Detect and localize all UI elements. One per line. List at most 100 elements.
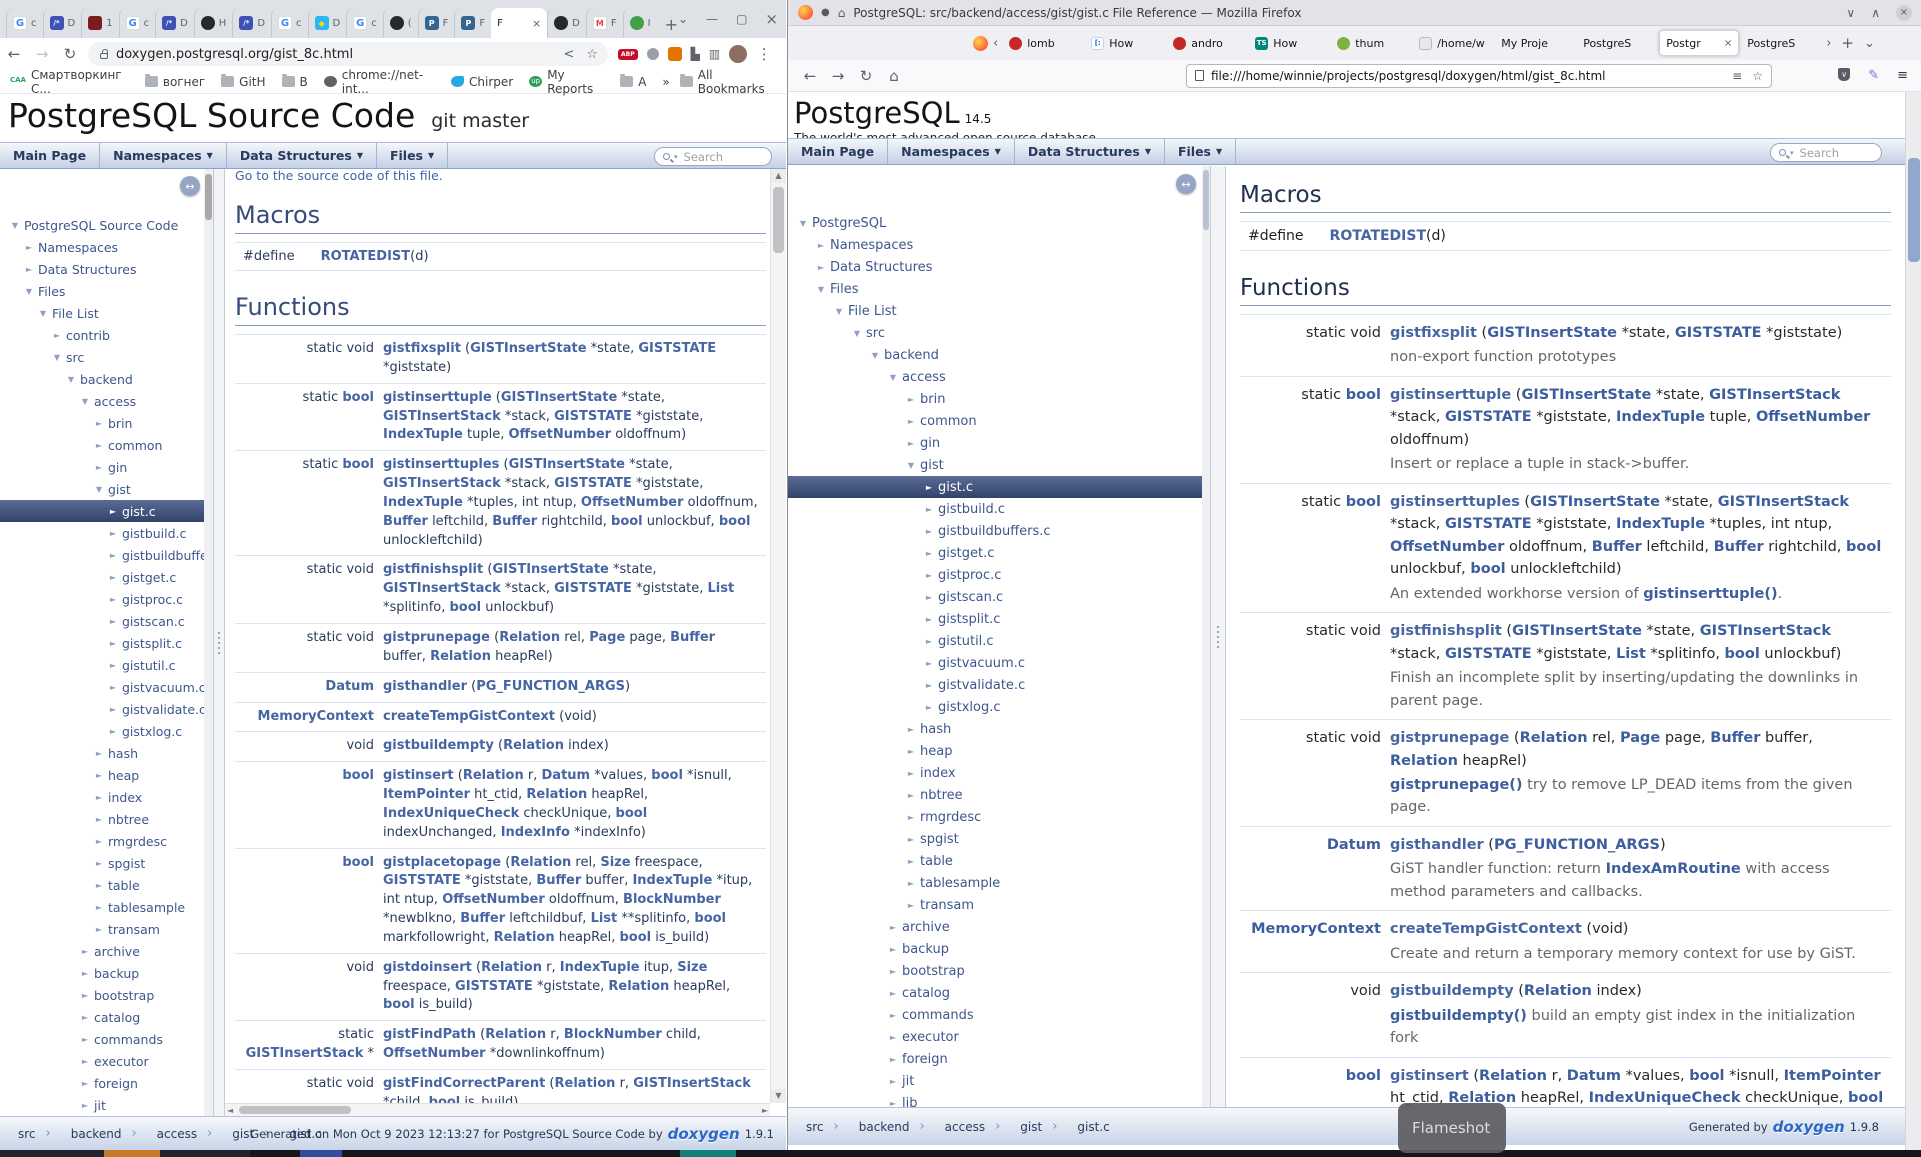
expand-arrow-icon[interactable]: ► [92, 419, 106, 428]
sidebar-splitter[interactable] [1210, 166, 1226, 1107]
taskbar-app-blue[interactable] [300, 1150, 342, 1157]
tree-item-gin[interactable]: ►gin [788, 432, 1202, 454]
bookmark-star-icon[interactable]: ☆ [586, 47, 598, 62]
browser-tab[interactable]: PostgreS [1741, 30, 1821, 56]
tree-item-index[interactable]: ►index [0, 786, 204, 808]
close-button[interactable]: × [765, 10, 778, 28]
expand-arrow-icon[interactable]: ► [904, 879, 918, 888]
tree-item-hash[interactable]: ►hash [0, 742, 204, 764]
expand-arrow-icon[interactable]: ► [78, 1101, 92, 1110]
expand-arrow-icon[interactable]: ► [922, 681, 936, 690]
tab-main-page[interactable]: Main Page [0, 143, 100, 168]
expand-arrow-icon[interactable]: ► [106, 727, 120, 736]
expand-arrow-icon[interactable]: ► [92, 793, 106, 802]
expand-arrow-icon[interactable]: ► [922, 593, 936, 602]
browser-tab[interactable]: /*D [155, 8, 194, 38]
tree-item-backup[interactable]: ►backup [0, 962, 204, 984]
expand-arrow-icon[interactable]: ► [106, 595, 120, 604]
tree-item-contrib[interactable]: ►contrib [0, 324, 204, 346]
browser-tab[interactable]: /*D [43, 8, 82, 38]
macro-link[interactable]: ROTATEDIST [1330, 228, 1426, 244]
tree-item-gist[interactable]: ▼gist [0, 478, 204, 500]
breadcrumb-backend[interactable]: backend› [847, 1119, 933, 1134]
tree-item-jit[interactable]: ►jit [0, 1094, 204, 1116]
expand-arrow-icon[interactable]: ► [922, 571, 936, 580]
tree-item-common[interactable]: ►common [0, 434, 204, 456]
browser-tab[interactable]: ( [383, 8, 418, 38]
function-link[interactable]: createTempGistContext [383, 709, 555, 724]
browser-tab[interactable]: H [194, 8, 233, 38]
browser-tab[interactable]: TSHow [1249, 30, 1329, 56]
tree-item-spgist[interactable]: ►spgist [788, 828, 1202, 850]
tree-item-spgist[interactable]: ►spgist [0, 852, 204, 874]
tree-item-gistvacuum.c[interactable]: ►gistvacuum.c [788, 652, 1202, 674]
browser-tab[interactable]: /home/w [1413, 30, 1493, 56]
tree-item-nbtree[interactable]: ►nbtree [0, 808, 204, 830]
browser-tab[interactable]: [:How [1085, 30, 1165, 56]
nav-sync-icon[interactable]: ↔ [1176, 174, 1196, 194]
bookmark-item[interactable]: вогнег [145, 75, 205, 89]
tree-item-file-list[interactable]: ▼File List [788, 300, 1202, 322]
bookmark-item[interactable]: upMy Reports [529, 68, 604, 96]
tree-item-gistscan.c[interactable]: ►gistscan.c [0, 610, 204, 632]
tree-item-jit[interactable]: ►jit [788, 1070, 1202, 1092]
tree-item-gistsplit.c[interactable]: ►gistsplit.c [788, 608, 1202, 630]
collapse-arrow-icon[interactable]: ▼ [832, 307, 846, 316]
expand-arrow-icon[interactable]: ► [904, 395, 918, 404]
expand-arrow-icon[interactable]: ► [904, 901, 918, 910]
tree-item-postgresql-source-code[interactable]: ▼PostgreSQL Source Code [0, 214, 204, 236]
expand-arrow-icon[interactable]: ► [886, 967, 900, 976]
function-link[interactable]: gistfinishsplit [383, 562, 483, 577]
tree-item-src[interactable]: ▼src [0, 346, 204, 368]
tree-item-bootstrap[interactable]: ►bootstrap [0, 984, 204, 1006]
expand-arrow-icon[interactable]: ► [92, 903, 106, 912]
expand-arrow-icon[interactable]: ► [92, 925, 106, 934]
expand-arrow-icon[interactable]: ► [922, 483, 936, 492]
extension-marker-icon[interactable]: ✎ [1868, 68, 1879, 83]
expand-arrow-icon[interactable]: ► [106, 573, 120, 582]
tree-item-backend[interactable]: ▼backend [0, 368, 204, 390]
tree-item-bootstrap[interactable]: ►bootstrap [788, 960, 1202, 982]
tree-item-src[interactable]: ▼src [788, 322, 1202, 344]
extension-dot-icon[interactable] [647, 48, 659, 60]
address-bar[interactable]: doxygen.postgresql.org/gist_8c.html < ☆ [88, 42, 608, 66]
browser-tab[interactable]: Gc [6, 8, 43, 38]
goto-source-link[interactable]: Go to the source code of this file. [235, 169, 766, 183]
close-button[interactable]: × [1896, 5, 1912, 21]
tab-files[interactable]: Files▼ [1165, 139, 1236, 164]
nav-sync-icon[interactable]: ↔ [180, 176, 200, 196]
minimize-button[interactable]: — [706, 12, 718, 26]
expand-arrow-icon[interactable]: ► [922, 659, 936, 668]
expand-arrow-icon[interactable]: ► [886, 923, 900, 932]
breadcrumb-access[interactable]: access› [933, 1119, 1009, 1134]
collapse-arrow-icon[interactable]: ▼ [78, 397, 92, 406]
new-tab-button[interactable]: + [665, 15, 678, 34]
tree-item-executor[interactable]: ►executor [788, 1026, 1202, 1048]
content-scrollbar-horizontal[interactable]: ◄ ► [225, 1103, 770, 1116]
tree-item-postgresql[interactable]: ▼PostgreSQL [788, 212, 1202, 234]
breadcrumb-gist[interactable]: gist› [1008, 1119, 1065, 1134]
adblock-icon[interactable]: ABP [618, 49, 638, 60]
bookmark-item[interactable]: Chirper [451, 75, 513, 89]
browser-tab[interactable]: Gc [271, 8, 308, 38]
browser-tab[interactable]: Gc [346, 8, 383, 38]
bookmark-item[interactable]: chrome://net-int... [324, 68, 435, 96]
tree-item-gist.c[interactable]: ►gist.c [0, 500, 204, 522]
function-link[interactable]: createTempGistContext [1390, 921, 1582, 937]
search-dd-icon[interactable]: ▾ [1790, 149, 1794, 157]
tree-item-file-list[interactable]: ▼File List [0, 302, 204, 324]
browser-tab[interactable]: I [623, 8, 657, 38]
function-link[interactable]: gistfinishsplit [1390, 623, 1502, 639]
expand-arrow-icon[interactable]: ► [22, 243, 36, 252]
expand-arrow-icon[interactable]: ► [904, 835, 918, 844]
tree-item-brin[interactable]: ►brin [788, 388, 1202, 410]
taskbar-app-teal[interactable] [680, 1150, 736, 1157]
collapse-arrow-icon[interactable]: ▼ [796, 219, 810, 228]
search-box[interactable]: ▾ [654, 147, 772, 166]
tree-item-access[interactable]: ▼access [0, 390, 204, 412]
expand-arrow-icon[interactable]: ► [78, 1057, 92, 1066]
breadcrumb-access[interactable]: access› [145, 1126, 221, 1141]
side-panel-icon[interactable]: ▥ [709, 47, 720, 61]
collapse-arrow-icon[interactable]: ▼ [868, 351, 882, 360]
tree-item-namespaces[interactable]: ►Namespaces [788, 234, 1202, 256]
